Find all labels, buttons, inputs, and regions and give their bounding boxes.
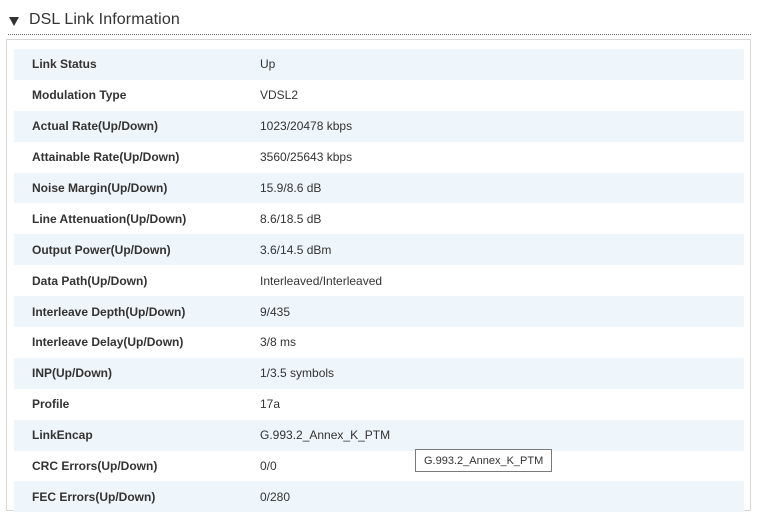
row-label: Output Power(Up/Down) [32, 242, 171, 257]
row-label: LinkEncap [32, 428, 93, 443]
table-row-interleave-delay: Interleave Delay(Up/Down) 3/8 ms [14, 327, 744, 358]
row-label: CRC Errors(Up/Down) [32, 459, 158, 474]
section-header[interactable]: DSL Link Information [8, 6, 751, 35]
table-row-link-encap: LinkEncap G.993.2_Annex_K_PTM [14, 419, 744, 451]
table-row-inp: INP(Up/Down) 1/3.5 symbols [14, 357, 744, 389]
row-value: 3.6/14.5 dBm [260, 242, 332, 257]
row-value: 8.6/18.5 dB [260, 211, 322, 226]
value-tooltip: G.993.2_Annex_K_PTM [415, 449, 553, 472]
row-label: Data Path(Up/Down) [32, 273, 148, 288]
table-row-output-power: Output Power(Up/Down) 3.6/14.5 dBm [14, 234, 744, 266]
row-value: 3/8 ms [260, 335, 297, 350]
table-row-noise-margin: Noise Margin(Up/Down) 15.9/8.6 dB [14, 172, 744, 204]
table-row-link-status: Link Status Up [14, 49, 744, 80]
row-label: Interleave Delay(Up/Down) [32, 335, 184, 350]
row-label: Actual Rate(Up/Down) [32, 119, 158, 134]
row-value: 15.9/8.6 dB [260, 181, 322, 195]
row-label: FEC Errors(Up/Down) [32, 489, 156, 504]
row-value: 1/3.5 symbols [260, 366, 335, 381]
row-value: 17a [260, 397, 281, 412]
table-row-attainable-rate: Attainable Rate(Up/Down) 3560/25643 kbps [14, 141, 744, 173]
table-row-modulation-type: Modulation Type VDSL2 [14, 79, 744, 111]
table-row-crc-errors: CRC Errors(Up/Down) 0/0 [14, 450, 744, 482]
triangle-down-icon[interactable] [9, 17, 19, 26]
row-value: Up [260, 57, 276, 72]
row-label: Line Attenuation(Up/Down) [32, 211, 187, 226]
row-label: INP(Up/Down) [32, 366, 112, 381]
section-title: DSL Link Information [29, 11, 180, 28]
row-value: G.993.2_Annex_K_PTM [260, 428, 391, 443]
row-label: Modulation Type [32, 88, 127, 103]
table-row-data-path: Data Path(Up/Down) Interleaved/Interleav… [14, 265, 744, 297]
row-value: VDSL2 [260, 88, 299, 103]
row-value: 3560/25643 kbps [260, 150, 353, 165]
table-row-fec-errors: FEC Errors(Up/Down) 0/280 [14, 481, 744, 513]
row-value: Interleaved/Interleaved [260, 273, 383, 288]
row-label: Profile [32, 397, 70, 412]
table-row-profile: Profile 17a [14, 388, 744, 420]
row-value: 9/435 [260, 304, 291, 319]
dsl-info-panel: Link Status Up Modulation Type VDSL2 Act… [6, 39, 751, 513]
table-row-actual-rate: Actual Rate(Up/Down) 1023/20478 kbps [14, 110, 744, 142]
row-label: Link Status [32, 57, 97, 72]
table-row-line-attenuation: Line Attenuation(Up/Down) 8.6/18.5 dB [14, 203, 744, 235]
dsl-info-table: Link Status Up Modulation Type VDSL2 Act… [14, 49, 744, 513]
row-label: Attainable Rate(Up/Down) [32, 150, 180, 165]
row-value: 1023/20478 kbps [260, 119, 353, 134]
row-label: Interleave Depth(Up/Down) [32, 304, 186, 319]
row-value: 0/280 [260, 489, 291, 504]
row-label: Noise Margin(Up/Down) [32, 181, 168, 195]
table-row-interleave-depth: Interleave Depth(Up/Down) 9/435 [14, 296, 744, 328]
